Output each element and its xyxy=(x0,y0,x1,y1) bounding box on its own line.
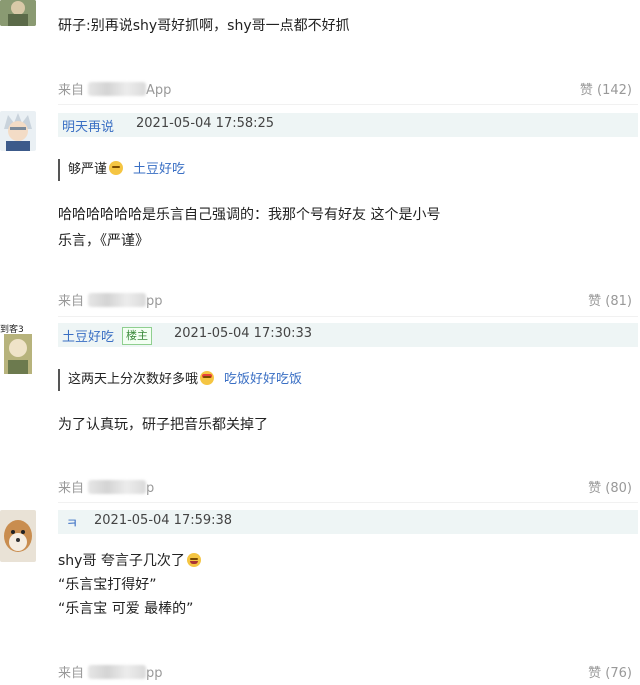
comment-header: 土豆好吃 楼主 2021-05-04 17:30:33 xyxy=(58,323,638,347)
avatar-caption: 到客3 xyxy=(0,325,24,335)
quoted-reply: 够严谨 土豆好吃 xyxy=(58,159,185,181)
comment-footer: 来自 pp 赞 (76) xyxy=(58,663,632,685)
timestamp: 2021-05-04 17:30:33 xyxy=(174,326,313,341)
source-label: 来自 pp xyxy=(58,293,163,309)
like-button[interactable]: 赞 (81) xyxy=(588,291,632,313)
comment-body-line: 乐言，《严谨》 xyxy=(58,233,149,249)
reply-text: 研子:别再说shy哥好抓啊，shy哥一点都不好抓 xyxy=(58,18,350,34)
quote-text: 这两天上分次数好多哦 xyxy=(68,372,199,387)
like-button[interactable]: 赞 (142) xyxy=(580,80,632,102)
timestamp: 2021-05-04 17:59:38 xyxy=(94,513,233,528)
divider xyxy=(58,104,638,105)
comment-body-line: “乐言宝 可爱 最棒的” xyxy=(58,601,194,617)
comment-footer: 来自 p 赞 (80) xyxy=(58,478,632,500)
comment-footer: 来自 App 赞 (142) xyxy=(58,80,632,102)
timestamp: 2021-05-04 17:58:25 xyxy=(136,116,275,131)
sad-face-emoji-icon xyxy=(109,161,124,175)
comment-body-line: “乐言宝打得好” xyxy=(58,577,157,593)
op-badge: 楼主 xyxy=(122,327,152,345)
source-label: 来自 App xyxy=(58,82,172,98)
heart-eyes-emoji-icon xyxy=(200,371,215,385)
comment-body-line: shy哥 夸言子几次了 xyxy=(58,549,201,573)
blurred-source xyxy=(88,293,147,307)
avatar[interactable] xyxy=(0,510,36,562)
quote-author-link[interactable]: 吃饭好好吃饭 xyxy=(224,372,302,387)
quoted-reply: 这两天上分次数好多哦 吃饭好好吃饭 xyxy=(58,369,302,391)
avatar-image xyxy=(0,0,36,26)
divider xyxy=(58,502,638,503)
blurred-source xyxy=(88,82,147,96)
avatar-image xyxy=(0,111,36,151)
divider xyxy=(58,316,638,317)
comment-body-line: 哈哈哈哈哈哈是乐言自己强调的：我那个号有好友 这个是小号 xyxy=(58,207,441,223)
quote-text: 够严谨 xyxy=(68,162,108,177)
comment-header: 明天再说 2021-05-04 17:58:25 xyxy=(58,113,638,137)
source-label: 来自 p xyxy=(58,480,155,496)
laughing-emoji-icon xyxy=(186,553,201,567)
avatar[interactable] xyxy=(0,111,36,151)
username-link[interactable]: ㅋ xyxy=(66,513,78,532)
comment-body-line: 为了认真玩，研子把音乐都关掉了 xyxy=(58,417,268,433)
source-label: 来自 pp xyxy=(58,665,163,681)
quote-author-link[interactable]: 土豆好吃 xyxy=(133,162,185,177)
like-button[interactable]: 赞 (76) xyxy=(588,663,632,685)
avatar-image xyxy=(0,510,36,562)
comment-header: ㅋ 2021-05-04 17:59:38 xyxy=(58,510,638,534)
blurred-source xyxy=(88,480,147,494)
username-link[interactable]: 明天再说 xyxy=(62,116,114,135)
avatar[interactable] xyxy=(0,0,36,26)
blurred-source xyxy=(88,665,147,679)
username-link[interactable]: 土豆好吃 xyxy=(62,326,114,345)
like-button[interactable]: 赞 (80) xyxy=(588,478,632,500)
comment-footer: 来自 pp 赞 (81) xyxy=(58,291,632,313)
